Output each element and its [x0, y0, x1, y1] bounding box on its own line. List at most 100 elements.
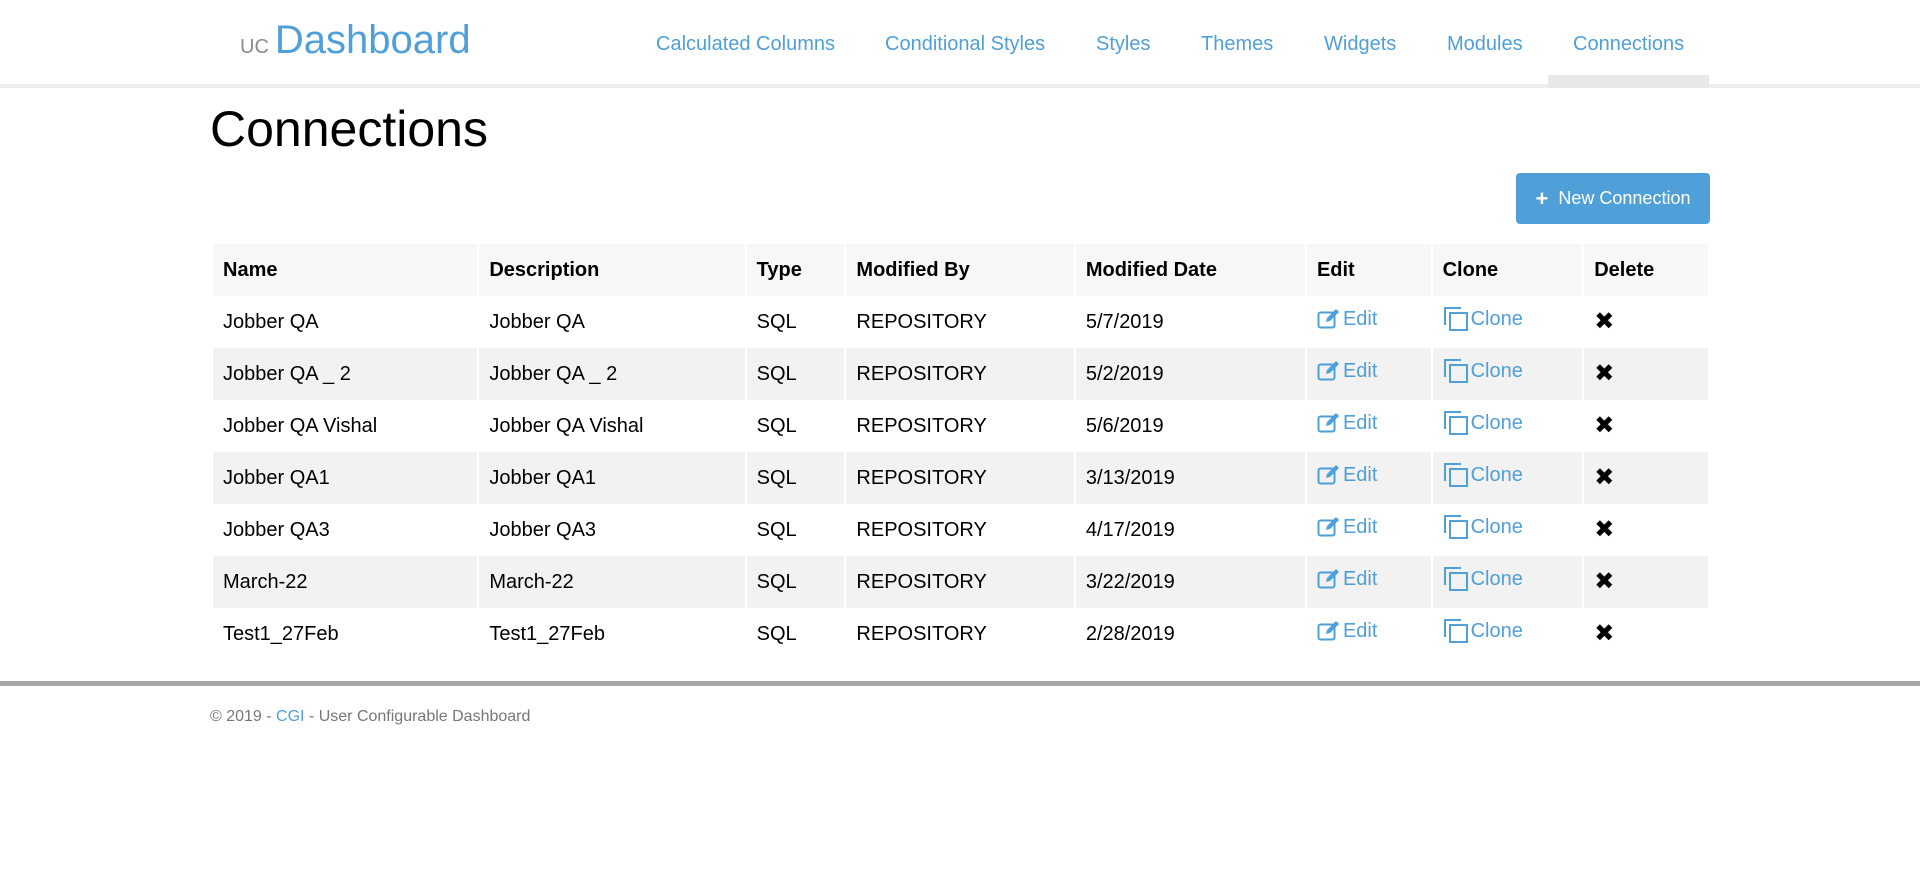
edit-link[interactable]: Edit — [1317, 412, 1377, 435]
clone-icon — [1443, 411, 1468, 435]
cell-description: Jobber QA1 — [479, 452, 745, 504]
edit-icon — [1317, 465, 1339, 485]
cell-clone: Clone — [1432, 452, 1583, 504]
cell-clone: Clone — [1433, 504, 1583, 556]
header-description[interactable]: Description — [479, 244, 745, 296]
nav-widgets[interactable]: Widgets — [1324, 0, 1396, 88]
cell-name: Jobber QA3 — [223, 518, 330, 541]
cell-description: Jobber QA _ 2 — [479, 348, 745, 400]
cell-description: Jobber QA Vishal — [489, 414, 644, 437]
delete-icon[interactable]: ✖ — [1594, 465, 1614, 490]
clone-label: Clone — [1470, 463, 1523, 486]
edit-icon — [1317, 621, 1339, 641]
plus-icon: + — [1535, 185, 1549, 211]
edit-link[interactable]: Edit — [1317, 308, 1377, 331]
clone-link[interactable]: Clone — [1443, 462, 1523, 488]
cell-delete: ✖ — [1584, 504, 1708, 556]
delete-icon[interactable]: ✖ — [1594, 413, 1614, 438]
cell-name: Jobber QA Vishal — [223, 414, 378, 437]
cell-modified-date: 4/17/2019 — [1085, 518, 1175, 541]
edit-link[interactable]: Edit — [1317, 464, 1377, 487]
cell-delete: ✖ — [1584, 348, 1708, 400]
edit-label: Edit — [1342, 411, 1378, 434]
table-row: March-22 March-22 SQL REPOSITORY 3/22/20… — [213, 556, 1708, 608]
cell-type: SQL — [756, 622, 797, 645]
nav-calculated-columns[interactable]: Calculated Columns — [656, 0, 835, 88]
header-modified-by[interactable]: Modified By — [846, 244, 1074, 296]
edit-icon — [1317, 309, 1339, 329]
clone-icon — [1443, 359, 1468, 383]
nav-styles[interactable]: Styles — [1096, 0, 1150, 88]
footer-app-name: - User Configurable Dashboard — [304, 708, 531, 725]
cell-edit: Edit — [1307, 504, 1431, 556]
clone-label: Clone — [1470, 411, 1523, 434]
cell-modified-by: REPOSITORY — [846, 452, 1074, 504]
edit-link[interactable]: Edit — [1317, 516, 1377, 539]
edit-label: Edit — [1342, 567, 1378, 590]
header-modified-date[interactable]: Modified Date — [1075, 244, 1305, 296]
clone-link[interactable]: Clone — [1443, 306, 1523, 332]
cell-type: SQL — [756, 310, 797, 333]
table-header-row: Name Description Type Modified By Modifi… — [213, 244, 1708, 296]
cell-clone: Clone — [1433, 608, 1583, 660]
cell-modified-date: 3/22/2019 — [1075, 556, 1305, 608]
clone-label: Clone — [1470, 515, 1523, 538]
header-delete: Delete — [1584, 244, 1708, 296]
delete-icon[interactable]: ✖ — [1594, 517, 1614, 542]
clone-link[interactable]: Clone — [1443, 566, 1523, 592]
edit-icon — [1317, 569, 1339, 589]
table-row: Jobber QA3 Jobber QA3 SQL REPOSITORY 4/1… — [213, 504, 1708, 556]
clone-label: Clone — [1470, 307, 1523, 330]
cell-modified-date: 5/6/2019 — [1085, 414, 1164, 437]
cell-type: SQL — [746, 348, 845, 400]
edit-label: Edit — [1342, 515, 1378, 538]
clone-link[interactable]: Clone — [1443, 410, 1523, 436]
cell-name: Test1_27Feb — [223, 622, 339, 645]
table-row: Jobber QA Jobber QA SQL REPOSITORY 5/7/2… — [213, 296, 1708, 348]
top-navbar: UC Dashboard Calculated Columns Condition… — [0, 0, 1920, 88]
clone-link[interactable]: Clone — [1443, 514, 1523, 540]
delete-icon[interactable]: ✖ — [1594, 569, 1614, 594]
cell-delete: ✖ — [1584, 608, 1708, 660]
cell-edit: Edit — [1306, 556, 1431, 608]
cell-description: Jobber QA3 — [489, 518, 597, 541]
cell-type: SQL — [746, 556, 845, 608]
cell-edit: Edit — [1307, 296, 1431, 348]
edit-link[interactable]: Edit — [1317, 568, 1377, 591]
cell-type: SQL — [756, 414, 797, 437]
nav-modules[interactable]: Modules — [1447, 0, 1523, 88]
delete-icon[interactable]: ✖ — [1594, 361, 1614, 386]
table-row: Jobber QA1 Jobber QA1 SQL REPOSITORY 3/1… — [213, 452, 1708, 504]
clone-label: Clone — [1470, 359, 1523, 382]
cell-modified-by: REPOSITORY — [856, 310, 987, 333]
footer: © 2019 - CGI - User Configurable Dashboa… — [210, 708, 530, 726]
edit-icon — [1317, 413, 1339, 433]
cell-clone: Clone — [1433, 400, 1583, 452]
clone-label: Clone — [1470, 619, 1523, 642]
cell-name: Jobber QA _ 2 — [213, 348, 478, 400]
table-row: Jobber QA Vishal Jobber QA Vishal SQL RE… — [213, 400, 1708, 452]
edit-link[interactable]: Edit — [1317, 360, 1377, 383]
cell-clone: Clone — [1433, 296, 1583, 348]
nav-themes[interactable]: Themes — [1201, 0, 1273, 88]
clone-link[interactable]: Clone — [1443, 618, 1523, 644]
cell-modified-by: REPOSITORY — [856, 414, 987, 437]
cell-edit: Edit — [1306, 348, 1431, 400]
footer-cgi-link[interactable]: CGI — [276, 708, 304, 725]
new-connection-label: New Connection — [1558, 188, 1691, 208]
connections-table: Name Description Type Modified By Modifi… — [211, 244, 1710, 660]
table-row: Jobber QA _ 2 Jobber QA _ 2 SQL REPOSITO… — [213, 348, 1708, 400]
header-type[interactable]: Type — [746, 244, 845, 296]
header-name[interactable]: Name — [213, 244, 478, 296]
cell-modified-date: 3/13/2019 — [1075, 452, 1305, 504]
new-connection-button[interactable]: + New Connection — [1516, 173, 1710, 224]
nav-conditional-styles[interactable]: Conditional Styles — [885, 0, 1045, 88]
edit-link[interactable]: Edit — [1317, 620, 1377, 643]
footer-copyright: © 2019 - — [210, 708, 277, 725]
delete-icon[interactable]: ✖ — [1594, 309, 1614, 334]
header-edit: Edit — [1306, 244, 1431, 296]
delete-icon[interactable]: ✖ — [1594, 621, 1614, 646]
clone-link[interactable]: Clone — [1443, 358, 1523, 384]
nav-connections[interactable]: Connections — [1548, 0, 1710, 88]
clone-icon — [1443, 567, 1468, 591]
